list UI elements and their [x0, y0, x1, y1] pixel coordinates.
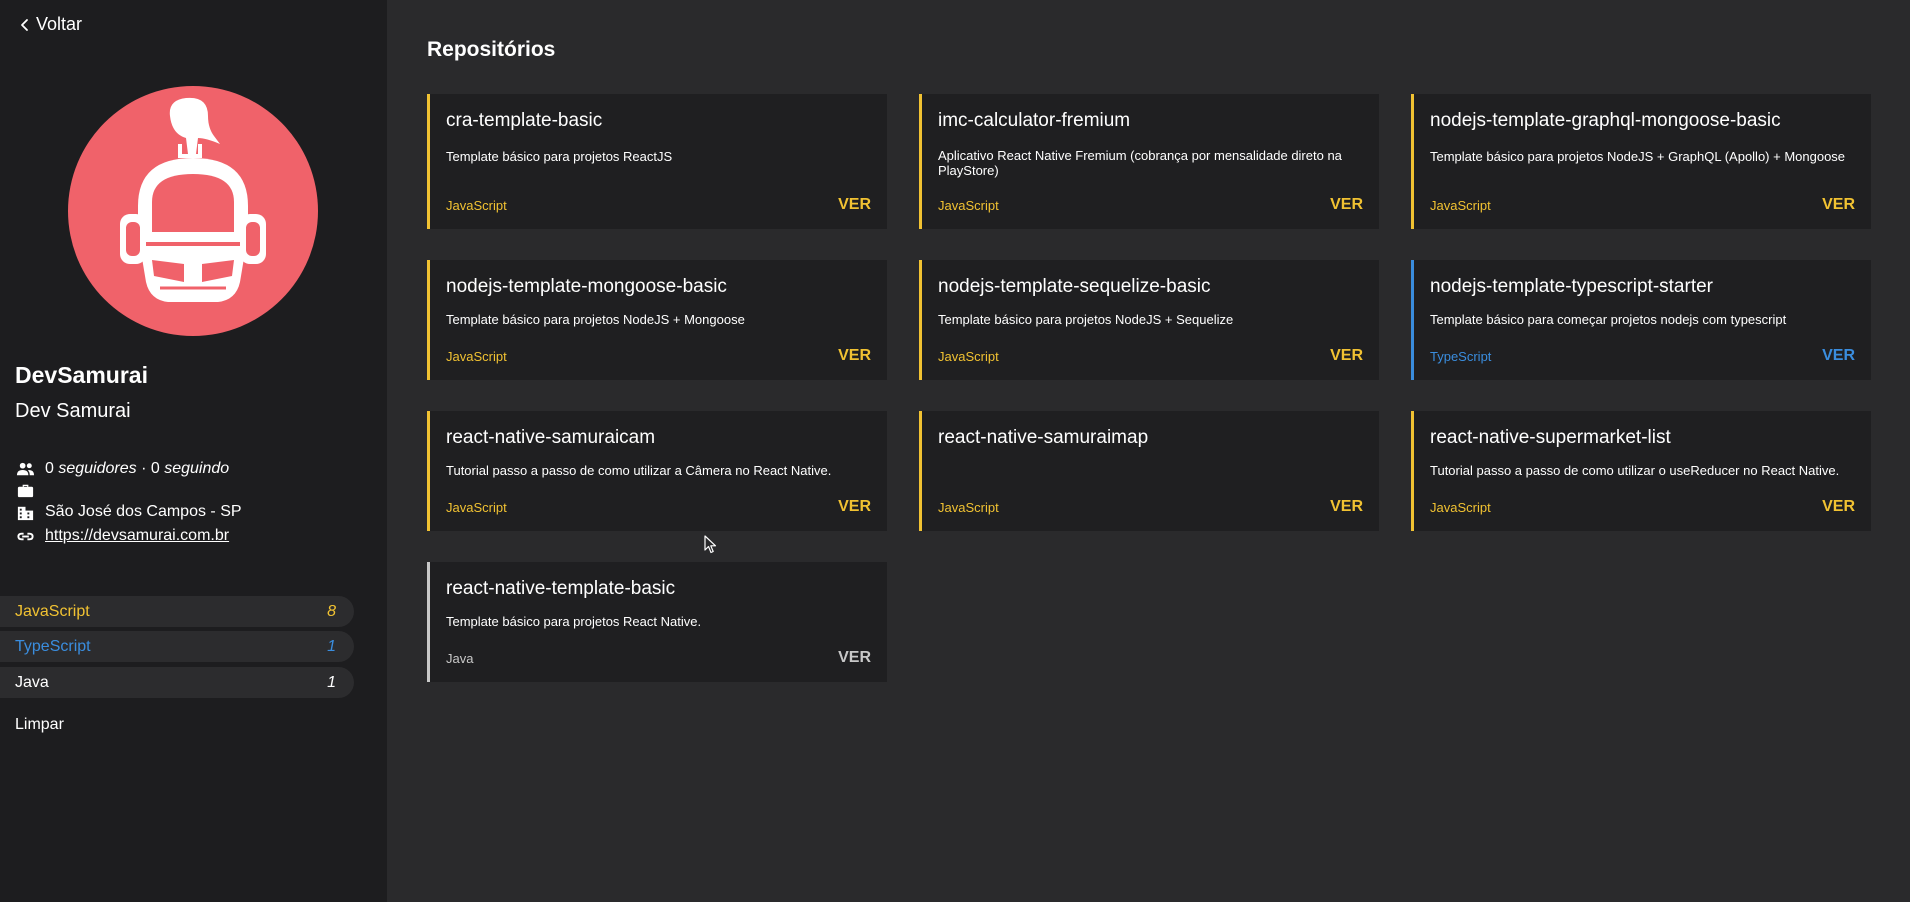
repo-view-button[interactable]: VER: [838, 649, 871, 667]
back-label: Voltar: [36, 14, 83, 34]
repo-card: imc-calculator-fremium Aplicativo React N…: [919, 94, 1379, 229]
profile-login: DevSamurai: [15, 362, 148, 388]
repo-description: Template básico para projetos React Nati…: [446, 614, 702, 629]
repo-description: Tutorial passo a passo de como utilizar …: [1430, 463, 1840, 478]
briefcase-icon: [15, 480, 35, 500]
sidebar: Voltar DevSamurai Dev Samurai 0 seguidor…: [0, 0, 387, 902]
repo-view-button[interactable]: VER: [1330, 196, 1363, 214]
repo-language: JavaScript: [1430, 500, 1491, 515]
language-filter-count: 1: [327, 637, 336, 655]
repo-view-button[interactable]: VER: [1330, 347, 1363, 365]
followers-row: 0 seguidores · 0 seguindo: [15, 459, 229, 479]
followers-separator: ·: [136, 460, 151, 477]
followers-count: 0: [45, 460, 54, 477]
language-filter-typescript[interactable]: TypeScript 1: [0, 631, 354, 662]
repo-name: nodejs-template-graphql-mongoose-basic: [1430, 110, 1781, 131]
repo-name: react-native-template-basic: [446, 578, 676, 599]
repo-view-button[interactable]: VER: [1822, 347, 1855, 365]
repo-card: nodejs-template-graphql-mongoose-basic Te…: [1411, 94, 1871, 229]
repo-language: JavaScript: [446, 349, 507, 364]
repo-card: react-native-supermarket-list Tutorial pa…: [1411, 411, 1871, 531]
repo-language: JavaScript: [938, 349, 999, 364]
repo-card: cra-template-basic Template básico para p…: [427, 94, 887, 229]
repo-language: JavaScript: [446, 198, 507, 213]
repo-name: react-native-supermarket-list: [1430, 427, 1671, 448]
repo-view-button[interactable]: VER: [1822, 196, 1855, 214]
repo-language: TypeScript: [1430, 349, 1492, 364]
repo-card: react-native-samuraimap JavaScript VER: [919, 411, 1379, 531]
building-icon: [15, 502, 35, 522]
link-icon: [15, 526, 35, 546]
language-filter-java[interactable]: Java 1: [0, 667, 354, 698]
repo-language: JavaScript: [938, 198, 999, 213]
repo-view-button[interactable]: VER: [838, 196, 871, 214]
repo-description: Tutorial passo a passo de como utilizar …: [446, 463, 832, 478]
repo-name: cra-template-basic: [446, 110, 603, 131]
blog-link[interactable]: https://devsamurai.com.br: [45, 527, 229, 545]
language-filter-count: 8: [327, 602, 336, 620]
repo-view-button[interactable]: VER: [1330, 498, 1363, 516]
profile-name: Dev Samurai: [15, 400, 131, 422]
repo-name: nodejs-template-typescript-starter: [1430, 276, 1713, 297]
avatar: [68, 86, 318, 336]
location-text: São José dos Campos - SP: [45, 503, 242, 520]
language-filter-count: 1: [327, 673, 336, 691]
repo-name: nodejs-template-sequelize-basic: [938, 276, 1211, 297]
clear-filter-button[interactable]: Limpar: [15, 716, 64, 734]
repo-description: Template básico para projetos NodeJS + G…: [1430, 149, 1846, 164]
repo-card: nodejs-template-typescript-starter Templa…: [1411, 260, 1871, 380]
repo-view-button[interactable]: VER: [838, 347, 871, 365]
repo-name: react-native-samuraimap: [938, 427, 1149, 448]
mouse-cursor-icon: [704, 535, 717, 554]
repo-card: react-native-template-basic Template bási…: [427, 562, 887, 682]
repo-description: Template básico para projetos ReactJS: [446, 149, 673, 164]
repo-language: JavaScript: [1430, 198, 1491, 213]
location-row: São José dos Campos - SP: [15, 502, 242, 522]
repo-description: Aplicativo React Native Fremium (cobranç…: [938, 148, 1342, 178]
people-icon: [15, 459, 35, 479]
language-filter-name: JavaScript: [15, 602, 90, 620]
back-button[interactable]: Voltar: [18, 14, 82, 35]
followers-label: seguidores: [58, 460, 137, 477]
repo-card: nodejs-template-mongoose-basic Template b…: [427, 260, 887, 380]
repo-name: react-native-samuraicam: [446, 427, 656, 448]
language-filter-javascript[interactable]: JavaScript 8: [0, 596, 354, 627]
chevron-left-icon: [21, 18, 28, 31]
repo-language: JavaScript: [938, 500, 999, 515]
repo-card: react-native-samuraicam Tutorial passo a …: [427, 411, 887, 531]
blog-row: https://devsamurai.com.br: [15, 526, 229, 546]
repo-view-button[interactable]: VER: [1822, 498, 1855, 516]
following-count: 0: [150, 460, 160, 477]
repo-name: imc-calculator-fremium: [938, 110, 1131, 131]
company-row: [15, 480, 45, 500]
page-title: Repositórios: [427, 38, 556, 61]
repo-name: nodejs-template-mongoose-basic: [446, 276, 727, 297]
following-label: seguindo: [164, 460, 230, 477]
language-filter-name: TypeScript: [15, 637, 91, 655]
repo-language: JavaScript: [446, 500, 507, 515]
language-filter-name: Java: [15, 673, 49, 691]
repo-view-button[interactable]: VER: [838, 498, 871, 516]
repo-card: nodejs-template-sequelize-basic Template …: [919, 260, 1379, 380]
repo-description: Template básico para projetos NodeJS + M…: [446, 312, 745, 327]
repo-description: Template básico para projetos NodeJS + S…: [938, 312, 1234, 327]
followers-text: 0 seguidores · 0 seguindo: [45, 460, 229, 478]
repo-description: Template básico para começar projetos no…: [1430, 312, 1787, 327]
repo-language: Java: [446, 651, 474, 666]
